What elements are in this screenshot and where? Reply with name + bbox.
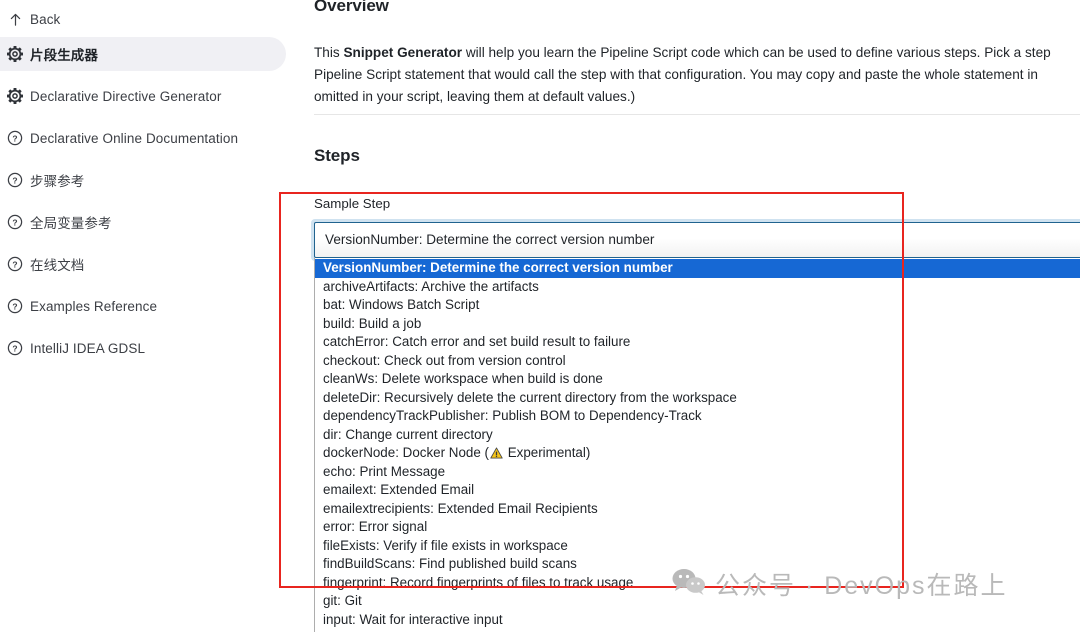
dropdown-option[interactable]: build: Build a job: [315, 315, 1080, 334]
sidebar-item-label: 全局变量参考: [30, 216, 112, 231]
dropdown-option-label: emailext: Extended Email: [323, 482, 475, 497]
sidebar-item-back[interactable]: Back: [0, 2, 286, 36]
sidebar: Back 片段生成器 Declarative Directive Generator…: [0, 0, 300, 632]
svg-text:?: ?: [12, 134, 17, 144]
sidebar-item-3[interactable]: ? Declarative Online Documentation: [0, 121, 286, 155]
steps-heading: Steps: [314, 146, 360, 165]
dropdown-option[interactable]: input: Wait for interactive input: [315, 611, 1080, 630]
dropdown-option-suffix: Experimental): [503, 445, 591, 460]
dropdown-option-label: echo: Print Message: [323, 463, 446, 479]
dropdown-option-label: dockerNode: Docker Node (: [323, 445, 489, 460]
svg-text:?: ?: [12, 260, 17, 270]
overview-emphasis: Snippet Generator: [343, 45, 463, 60]
dropdown-option[interactable]: checkout: Check out from version control: [315, 352, 1080, 371]
dropdown-option-label: emailextrecipients: Extended Email Recip…: [323, 500, 598, 516]
sample-step-combobox[interactable]: VersionNumber: Determine the correct ver…: [311, 219, 1080, 261]
dropdown-option-label: dir: Change current directory: [323, 426, 493, 442]
dropdown-option-label: build: Build a job: [323, 315, 422, 331]
dropdown-option[interactable]: deleteDir: Recursively delete the curren…: [315, 389, 1080, 408]
question-circle-icon: ?: [0, 256, 30, 272]
dropdown-option-label: deleteDir: Recursively delete the curren…: [323, 389, 737, 405]
sidebar-item-label: 片段生成器: [30, 48, 98, 63]
gear-icon: [0, 46, 30, 62]
dropdown-option[interactable]: dockerNode: Docker Node ( Experimental): [315, 444, 1080, 463]
dropdown-option[interactable]: git: Git: [315, 592, 1080, 611]
sample-step-input[interactable]: VersionNumber: Determine the correct ver…: [314, 222, 1080, 258]
svg-text:?: ?: [12, 176, 17, 186]
sidebar-item-label: Declarative Online Documentation: [30, 130, 239, 146]
question-circle-icon: ?: [0, 130, 30, 146]
overview-line: This Snippet Generator will help you lea…: [314, 42, 1080, 64]
overview-paragraph: This Snippet Generator will help you lea…: [314, 42, 1080, 108]
sidebar-item-label: 步骤参考: [30, 174, 85, 189]
overview-text: Pipeline Script statement that would cal…: [314, 67, 1038, 82]
section-divider: [314, 114, 1080, 115]
app-root: Back 片段生成器 Declarative Directive Generator…: [0, 0, 1080, 632]
dropdown-option[interactable]: emailext: Extended Email: [315, 481, 1080, 500]
sidebar-item-label: 在线文档: [30, 258, 85, 273]
dropdown-option[interactable]: catchError: Catch error and set build re…: [315, 333, 1080, 352]
sidebar-item-label: Declarative Directive Generator: [30, 88, 222, 104]
question-circle-icon: ?: [0, 298, 30, 314]
sample-step-dropdown-list[interactable]: VersionNumber: Determine the correct ver…: [314, 258, 1080, 632]
dropdown-option[interactable]: dir: Change current directory: [315, 426, 1080, 445]
sidebar-item-label: IntelliJ IDEA GDSL: [30, 340, 146, 356]
sidebar-item-label: Back: [30, 11, 61, 27]
svg-text:?: ?: [12, 218, 17, 228]
dropdown-option-label: VersionNumber: Determine the correct ver…: [323, 260, 673, 275]
dropdown-option-label: archiveArtifacts: Archive the artifacts: [323, 278, 539, 294]
dropdown-option[interactable]: fileExists: Verify if file exists in wor…: [315, 537, 1080, 556]
question-circle-icon: ?: [0, 172, 30, 188]
sample-step-label: Sample Step: [314, 196, 391, 211]
overview-heading: Overview: [314, 0, 389, 15]
sidebar-item-6[interactable]: ? 在线文档: [0, 247, 286, 281]
dropdown-option-label: error: Error signal: [323, 519, 428, 534]
overview-text: will help you learn the Pipeline Script …: [462, 45, 1051, 60]
gear-icon: [0, 88, 30, 104]
sidebar-item-4[interactable]: ? 步骤参考: [0, 163, 286, 197]
sidebar-item-5[interactable]: ? 全局变量参考: [0, 205, 286, 239]
dropdown-option[interactable]: fingerprint: Record fingerprints of file…: [315, 574, 1080, 593]
warning-triangle-icon: [490, 446, 503, 463]
sidebar-item-2[interactable]: Declarative Directive Generator: [0, 79, 286, 113]
arrow-up-icon: [0, 12, 30, 27]
overview-line: Pipeline Script statement that would cal…: [314, 64, 1080, 86]
question-circle-icon: ?: [0, 340, 30, 356]
dropdown-option-label: catchError: Catch error and set build re…: [323, 334, 631, 349]
question-circle-icon: ?: [0, 214, 30, 230]
svg-text:?: ?: [12, 302, 17, 312]
dropdown-option[interactable]: archiveArtifacts: Archive the artifacts: [315, 278, 1080, 297]
dropdown-option-label: fileExists: Verify if file exists in wor…: [323, 537, 568, 553]
dropdown-option[interactable]: bat: Windows Batch Script: [315, 296, 1080, 315]
dropdown-option[interactable]: emailextrecipients: Extended Email Recip…: [315, 500, 1080, 519]
dropdown-option-label: findBuildScans: Find published build sca…: [323, 556, 577, 571]
sidebar-item-1[interactable]: 片段生成器: [0, 37, 286, 71]
dropdown-option-label: input: Wait for interactive input: [323, 611, 503, 627]
sidebar-item-label: Examples Reference: [30, 298, 158, 314]
dropdown-option-label: checkout: Check out from version control: [323, 352, 566, 368]
dropdown-option-label: dependencyTrackPublisher: Publish BOM to…: [323, 408, 702, 423]
sidebar-item-7[interactable]: ? Examples Reference: [0, 289, 286, 323]
svg-text:?: ?: [12, 344, 17, 354]
dropdown-option-label: cleanWs: Delete workspace when build is …: [323, 371, 603, 386]
dropdown-option[interactable]: findBuildScans: Find published build sca…: [315, 555, 1080, 574]
dropdown-option-label: bat: Windows Batch Script: [323, 297, 480, 312]
overview-text: omitted in your script, leaving them at …: [314, 89, 636, 104]
dropdown-option[interactable]: VersionNumber: Determine the correct ver…: [315, 259, 1080, 278]
dropdown-option[interactable]: cleanWs: Delete workspace when build is …: [315, 370, 1080, 389]
overview-line: omitted in your script, leaving them at …: [314, 86, 1080, 108]
dropdown-option-label: fingerprint: Record fingerprints of file…: [323, 574, 634, 590]
dropdown-option[interactable]: dependencyTrackPublisher: Publish BOM to…: [315, 407, 1080, 426]
sidebar-item-8[interactable]: ? IntelliJ IDEA GDSL: [0, 331, 286, 365]
dropdown-option[interactable]: echo: Print Message: [315, 463, 1080, 482]
overview-text: This: [314, 45, 344, 60]
dropdown-option[interactable]: error: Error signal: [315, 518, 1080, 537]
dropdown-option-label: git: Git: [323, 593, 362, 608]
